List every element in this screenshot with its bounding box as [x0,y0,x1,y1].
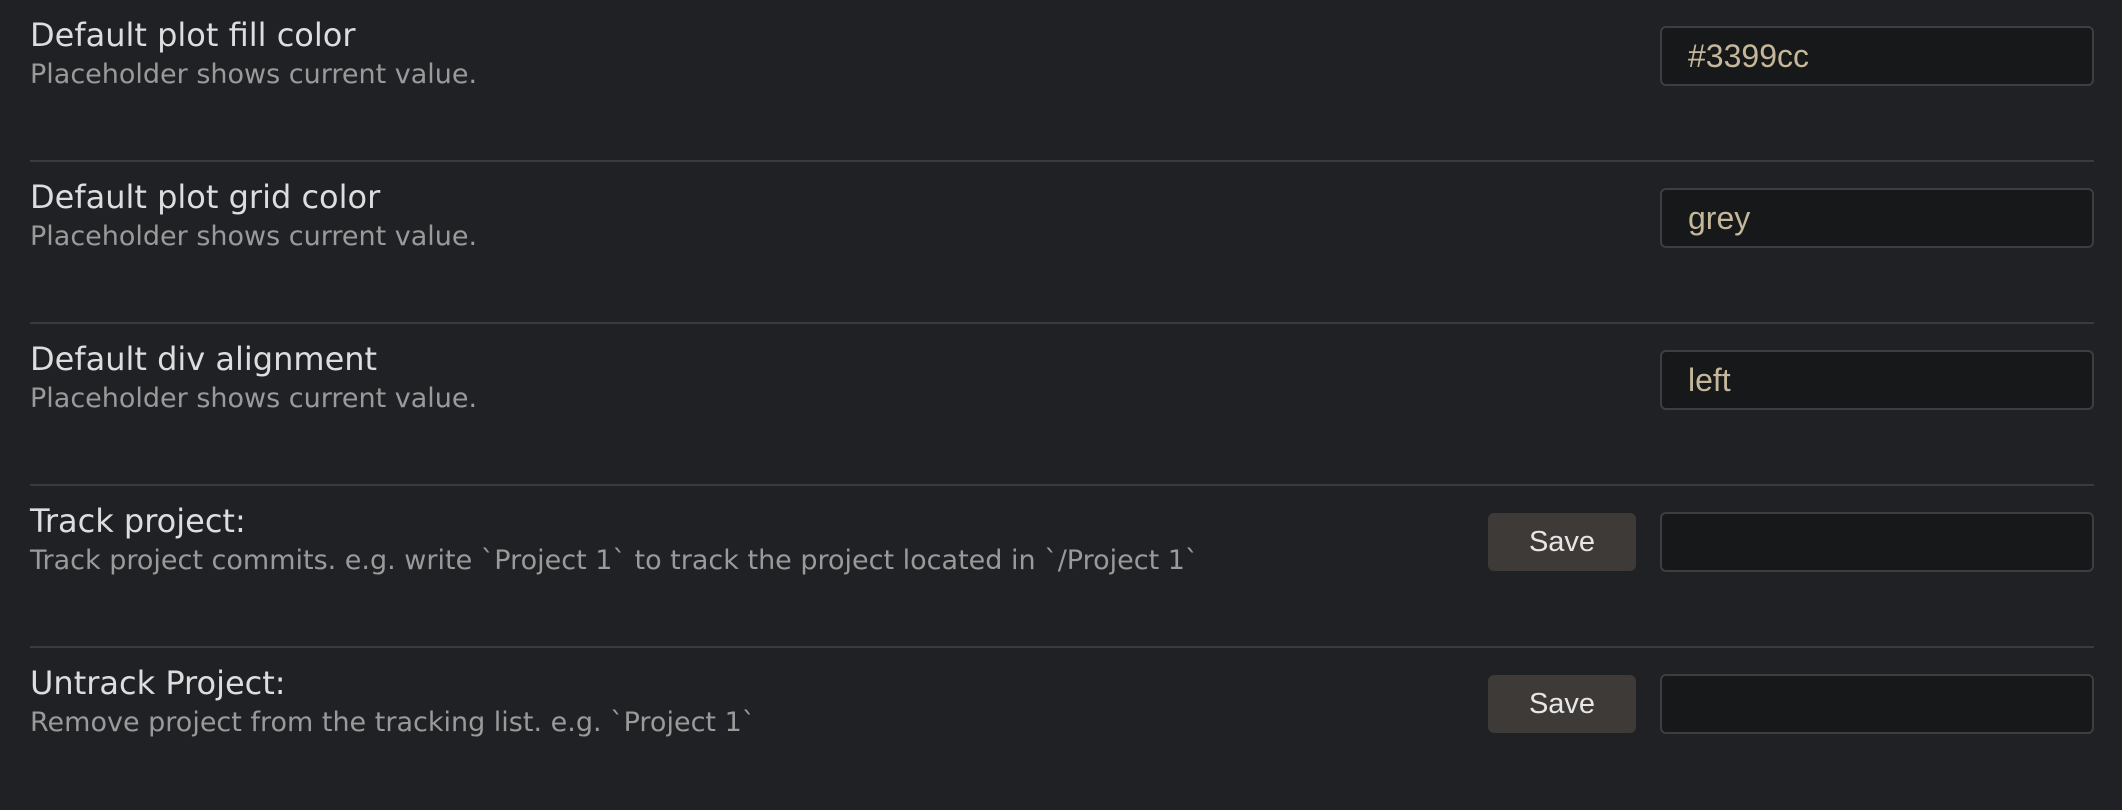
setting-info: Default div alignment Placeholder shows … [30,338,477,418]
setting-description: Remove project from the tracking list. e… [30,707,756,738]
setting-default-plot-grid-color: Default plot grid color Placeholder show… [30,162,2094,324]
setting-description: Placeholder shows current value. [30,383,478,414]
plot-grid-color-input[interactable] [1660,188,2094,248]
setting-control [1660,188,2094,248]
setting-description: Placeholder shows current value. [30,59,478,90]
untrack-project-save-button[interactable]: Save [1488,675,1636,733]
setting-description: Track project commits. e.g. write `Proje… [30,545,1199,576]
setting-untrack-project: Untrack Project: Remove project from the… [30,648,2094,810]
track-project-save-button[interactable]: Save [1488,513,1636,571]
setting-name: Default plot grid color [30,178,381,216]
setting-default-div-alignment: Default div alignment Placeholder shows … [30,324,2094,486]
setting-info: Default plot fill color Placeholder show… [30,14,477,94]
setting-control [1660,26,2094,86]
setting-name: Untrack Project: [30,664,286,702]
setting-control: Save [1488,512,2094,572]
setting-description: Placeholder shows current value. [30,221,478,252]
untrack-project-input[interactable] [1660,674,2094,734]
track-project-input[interactable] [1660,512,2094,572]
plot-fill-color-input[interactable] [1660,26,2094,86]
setting-control: Save [1488,674,2094,734]
setting-control [1660,350,2094,410]
setting-info: Track project: Track project commits. e.… [30,500,1198,580]
setting-name: Default plot fill color [30,16,356,54]
div-alignment-input[interactable] [1660,350,2094,410]
setting-name: Default div alignment [30,340,378,378]
setting-track-project: Track project: Track project commits. e.… [30,486,2094,648]
setting-info: Untrack Project: Remove project from the… [30,662,755,742]
setting-default-plot-fill-color: Default plot fill color Placeholder show… [30,0,2094,162]
settings-list: Default plot fill color Placeholder show… [30,0,2094,810]
setting-info: Default plot grid color Placeholder show… [30,176,477,256]
setting-name: Track project: [30,502,246,540]
